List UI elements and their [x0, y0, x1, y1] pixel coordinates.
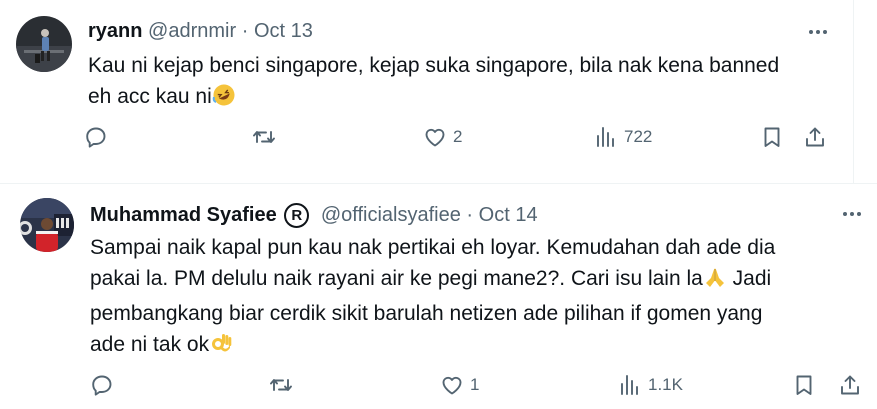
retweet-button[interactable]: [269, 370, 299, 400]
retweet-icon: [253, 131, 275, 143]
bookmark-button[interactable]: [792, 370, 816, 400]
reply-icon: [86, 127, 106, 148]
tweet-text-line: Sampai naik kapal pun kau nak pertikai e…: [90, 236, 776, 259]
display-name[interactable]: Muhammad Syafiee: [90, 204, 277, 226]
tweet-header: Muhammad Syafiee R @officialsyafiee · Oc…: [90, 202, 538, 228]
timestamp[interactable]: Oct 13: [254, 20, 313, 42]
tweet-text: Kau ni kejap benci singapore, kejap suka…: [88, 50, 828, 116]
view-count: 722: [624, 127, 653, 146]
bookmark-icon: [796, 375, 812, 395]
folded-hands-emoji-icon: [703, 265, 727, 298]
avatar[interactable]: [16, 16, 72, 72]
reply-button[interactable]: [90, 370, 120, 400]
action-bar: 2 722: [0, 122, 877, 152]
tweet-text: Sampai naik kapal pun kau nak pertikai e…: [90, 232, 850, 364]
handle[interactable]: @officialsyafiee: [321, 204, 461, 226]
tweet-header: ryann @adrnmir · Oct 13: [88, 18, 313, 44]
view-count: 1.1K: [648, 375, 683, 394]
heart-icon: [425, 128, 445, 147]
retweet-icon: [270, 379, 292, 391]
reply-tweet-2[interactable]: Muhammad Syafiee R @officialsyafiee · Oc…: [0, 184, 877, 409]
heart-icon: [442, 376, 462, 395]
tweet-text-line: Kau ni kejap benci singapore, kejap suka…: [88, 54, 780, 77]
bookmark-button[interactable]: [760, 122, 784, 152]
ok-hand-emoji-icon: [209, 331, 233, 364]
reply-button[interactable]: [84, 122, 114, 152]
tweet-text-line: pembangkang biar cerdik sikit barulah ne…: [90, 302, 763, 325]
views-icon: [597, 127, 614, 147]
separator: ·: [466, 204, 474, 226]
share-button[interactable]: [838, 370, 862, 400]
views-button[interactable]: 1.1K: [618, 370, 683, 400]
display-name[interactable]: ryann: [88, 20, 142, 42]
avatar[interactable]: [20, 198, 74, 252]
registered-badge-icon: R: [284, 203, 310, 228]
tweet-text-line: Jadi: [726, 267, 772, 290]
rolling-laughing-emoji-icon: [212, 83, 236, 116]
retweet-button[interactable]: [252, 122, 282, 152]
more-options-icon[interactable]: [806, 22, 830, 42]
share-button[interactable]: [803, 122, 827, 152]
like-button[interactable]: 2: [423, 122, 462, 152]
share-icon: [806, 127, 824, 147]
tweet-text-line: eh acc kau ni: [88, 85, 212, 108]
like-count: 2: [453, 127, 463, 146]
reply-icon: [92, 375, 112, 396]
separator: ·: [241, 20, 249, 42]
bookmark-icon: [764, 127, 780, 147]
tweet-text-line: ade ni tak ok: [90, 333, 210, 356]
action-bar: 1 1.1K: [0, 370, 877, 400]
handle[interactable]: @adrnmir: [148, 20, 236, 42]
share-icon: [841, 375, 859, 395]
like-count: 1: [470, 375, 480, 394]
more-options-icon[interactable]: [840, 204, 864, 224]
reply-tweet-1[interactable]: ryann @adrnmir · Oct 13 Kau ni kejap ben…: [0, 0, 877, 183]
views-icon: [621, 375, 638, 395]
timestamp[interactable]: Oct 14: [479, 204, 538, 226]
tweet-text-line: pakai la. PM delulu naik rayani air ke p…: [90, 267, 703, 290]
views-button[interactable]: 722: [594, 122, 652, 152]
like-button[interactable]: 1: [440, 370, 479, 400]
